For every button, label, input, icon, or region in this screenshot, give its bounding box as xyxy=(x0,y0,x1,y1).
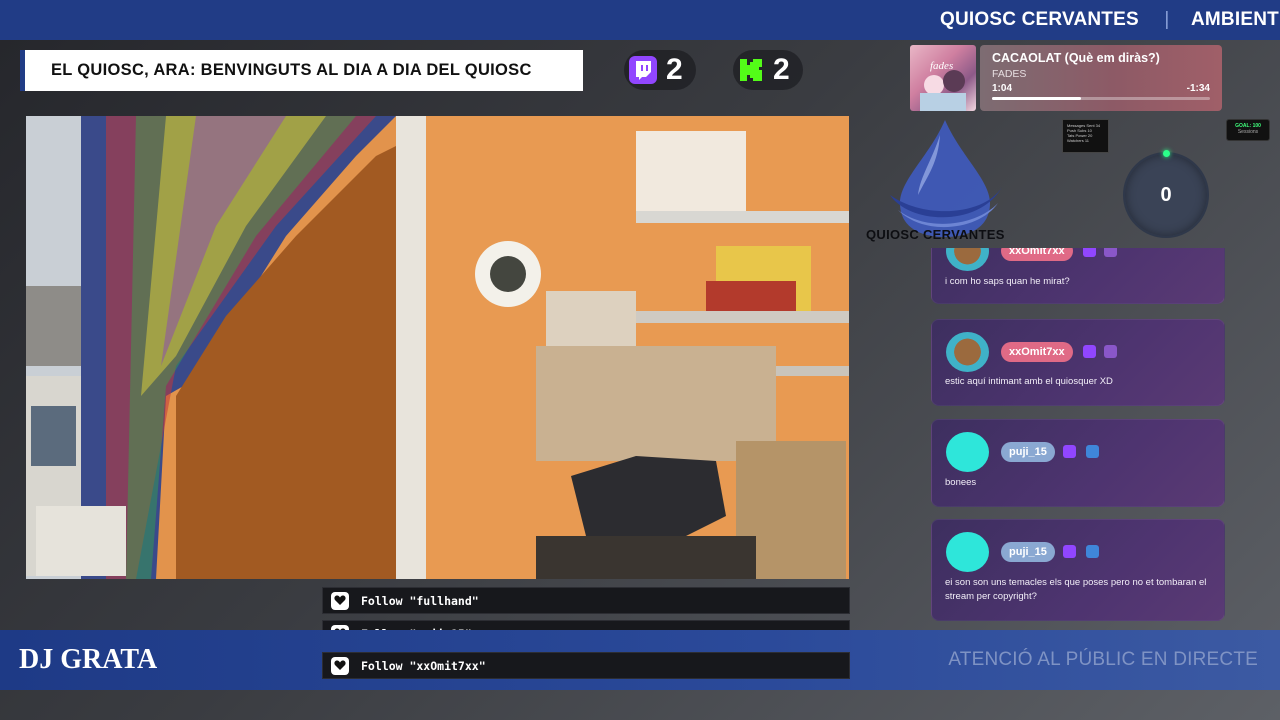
sub-badge-icon xyxy=(1104,345,1117,358)
now-playing-widget: fades CACAOLAT (Què em diràs?) FADES 1:0… xyxy=(910,45,1222,111)
now-playing-panel: CACAOLAT (Què em diràs?) FADES 1:04 -1:3… xyxy=(980,45,1222,111)
song-artist: FADES xyxy=(992,68,1027,80)
chat-text: i com ho saps quan he mirat? xyxy=(945,276,1070,287)
cat-avatar-icon xyxy=(946,332,989,372)
chat-username: puji_15 xyxy=(1001,442,1055,462)
song-progress-bar xyxy=(992,97,1210,100)
follow-alert: Follow "fullhand" xyxy=(322,587,850,614)
twitch-count: 2 xyxy=(666,53,683,86)
album-cover: fades xyxy=(910,45,976,111)
mini-stats-panel: Messages Sent 34 Push Subs 10 Tats Power… xyxy=(1062,119,1109,153)
top-bar: QUIOSC CERVANTES | AMBIENT xyxy=(0,0,1280,40)
chat-message: xxOmit7xx estic aquí intimant amb el qui… xyxy=(931,319,1225,406)
circle-counter: 0 xyxy=(1123,150,1209,238)
song-times: 1:04 -1:34 xyxy=(992,83,1210,94)
cat-avatar-icon xyxy=(946,248,989,271)
svg-text:fades: fades xyxy=(930,60,953,72)
user-avatar-icon xyxy=(946,532,989,572)
live-status-text: ATENCIÓ AL PÚBLIC EN DIRECTE xyxy=(948,649,1258,670)
twitch-icon xyxy=(629,56,657,84)
webcam-image xyxy=(26,116,849,579)
song-elapsed: 1:04 xyxy=(992,83,1013,94)
stream-title: EL QUIOSC, ARA: BENVINGUTS AL DIA A DIA … xyxy=(20,50,583,91)
chat-message: xxOmit7xx i com ho saps quan he mirat? xyxy=(931,248,1225,304)
chat-text: estic aquí intimant amb el quiosquer XD xyxy=(945,376,1113,387)
user-avatar-icon xyxy=(946,432,989,472)
follow-alert: Follow "xxOmit7xx" xyxy=(322,652,850,679)
quiosc-drop-logo-icon xyxy=(890,120,1002,237)
ticker-item: AMBIENT xyxy=(1190,9,1279,30)
mini-stat-line: Watchers 11 xyxy=(1067,138,1090,143)
webcam-feed xyxy=(26,116,849,579)
kick-count: 2 xyxy=(773,53,790,86)
circle-counter-value: 0 xyxy=(1160,183,1172,206)
goal-sub: Sessions xyxy=(1237,129,1259,135)
heart-icon xyxy=(331,591,349,610)
dj-name: DJ GRATA xyxy=(19,644,158,675)
kick-icon xyxy=(740,59,762,81)
goal-badge: GOAL: 100 Sessions xyxy=(1226,119,1270,141)
chat-text: ei son son uns temacles els que poses pe… xyxy=(945,577,1207,602)
twitch-badge-icon xyxy=(1083,248,1096,257)
ticker-item: QUIOSC CERVANTES xyxy=(940,9,1139,30)
follow-text: Follow "fullhand" xyxy=(361,593,479,608)
twitch-badge-icon xyxy=(1083,345,1096,358)
subscriber-badge-icon xyxy=(1086,545,1099,558)
kick-viewer-counter: 2 xyxy=(733,50,803,90)
chat-username: puji_15 xyxy=(1001,542,1055,562)
subscriber-badge-icon xyxy=(1086,445,1099,458)
twitch-viewer-counter: 2 xyxy=(624,50,696,90)
heart-icon xyxy=(331,656,349,675)
album-art-image: fades xyxy=(920,60,966,111)
chat-username: xxOmit7xx xyxy=(1001,248,1073,261)
song-remaining: -1:34 xyxy=(1186,83,1210,94)
logo-text: QUIOSC CERVANTES xyxy=(866,227,1005,242)
chat-text: bonees xyxy=(945,477,977,488)
song-progress-fill xyxy=(992,97,1082,100)
status-dot-icon xyxy=(1163,150,1170,157)
top-ticker: QUIOSC CERVANTES | AMBIENT xyxy=(940,9,1279,31)
sub-badge-icon xyxy=(1104,248,1117,257)
twitch-badge-icon xyxy=(1063,445,1076,458)
chat-message: puji_15 bonees xyxy=(931,419,1225,507)
twitch-badge-icon xyxy=(1063,545,1076,558)
song-title: CACAOLAT (Què em diràs?) xyxy=(992,51,1160,65)
chat-message: puji_15 ei son son uns temacles els que … xyxy=(931,519,1225,621)
ticker-separator: | xyxy=(1164,9,1170,30)
chat-username: xxOmit7xx xyxy=(1001,342,1073,362)
chat-panel: xxOmit7xx i com ho saps quan he mirat? x… xyxy=(931,248,1225,628)
follow-text: Follow "xxOmit7xx" xyxy=(361,658,486,673)
